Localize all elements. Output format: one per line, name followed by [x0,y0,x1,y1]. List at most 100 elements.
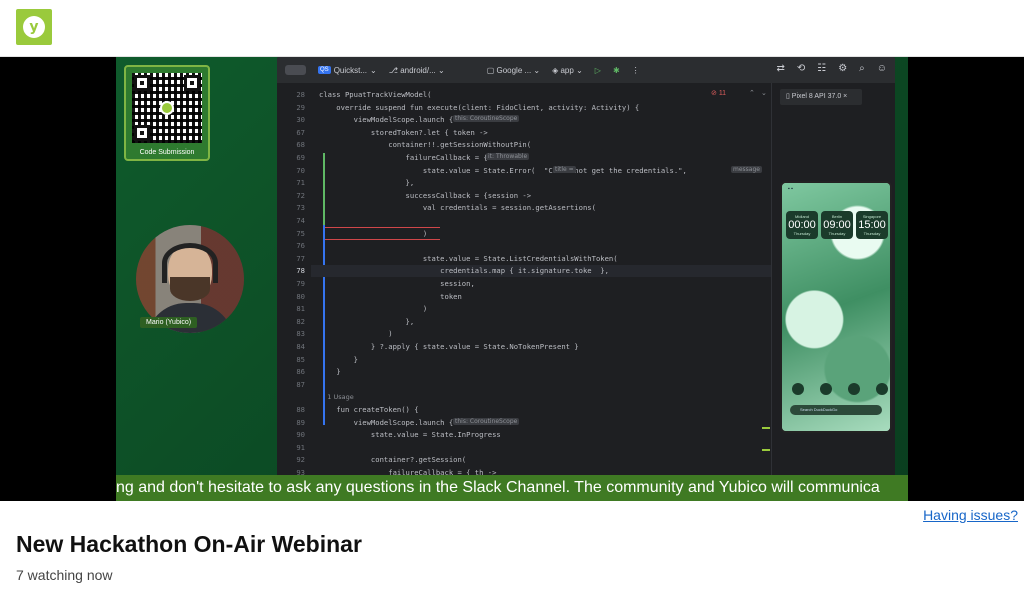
ide-window: QS Quickst... ⌄ ⎇ android/... ⌄ ▢ Google … [277,57,895,477]
inlay-hint: message [731,165,762,173]
code-line[interactable]: 76 [296,240,319,252]
device-manager-icon[interactable]: ☷ [817,63,826,74]
device-tab[interactable]: ▯ Pixel 8 API 37.0 × [780,89,862,105]
code-line[interactable]: 68 container!!.getSessionWithoutPin( [296,139,531,151]
code-line[interactable]: 67 storedToken?.let { token -> [296,127,487,139]
code-line[interactable]: 79 session, [296,278,475,290]
inlay-hint: it: Throwable [486,153,530,160]
code-text: val credentials = session.getAssertions( [319,203,596,213]
code-line[interactable]: 86 } [296,366,341,378]
code-line[interactable]: 91 [296,442,319,454]
code-line[interactable]: 81 ) [296,303,428,315]
close-icon[interactable]: × [843,93,847,100]
more-icon[interactable]: ⋮ [632,66,640,75]
code-line[interactable]: 84 } ?.apply { state.value = State.NoTok… [296,341,579,353]
code-text: }, [319,178,415,188]
code-line[interactable]: 92 container?.getSession( [296,454,467,466]
line-number: 87 [296,379,305,389]
line-number: 88 [296,405,305,414]
line-number: 68 [296,140,305,150]
debug-icon[interactable]: ✱ [613,66,620,75]
line-number: 82 [296,316,305,326]
code-text: } ?.apply { state.value = State.NoTokenP… [319,342,579,351]
code-text: state.value = State.Error( "Could not ge… [319,165,687,175]
yubico-logo[interactable]: y [16,9,52,45]
ide-toolbar: QS Quickst... ⌄ ⎇ android/... ⌄ ▢ Google … [277,57,895,83]
line-number: 77 [296,253,305,263]
presenter-name: Mario (Yubico) [140,317,198,328]
code-line[interactable]: 82 }, [296,316,414,328]
inspection-errors[interactable]: ⊘ 11 [711,89,726,97]
search-icon[interactable]: ⌕ [859,63,865,74]
run-icon[interactable]: ▷ [595,66,601,75]
code-text: viewModelScope.launch { [319,417,454,427]
code-text: ) [319,228,428,238]
branch-selector[interactable]: ⎇ android/... ⌄ [389,66,445,75]
phone-search-bar[interactable]: Search DuckDuckGo [790,405,882,415]
code-line[interactable]: 73 val credentials = session.getAssertio… [296,202,596,214]
emulator-screen[interactable]: ▪ ▪ Midland 00:00 Thursday Berlin 09:00 Thur… [780,181,892,433]
code-text: failureCallback = { [319,153,488,162]
project-selector[interactable]: QS Quickst... ⌄ [318,66,377,75]
code-text: session, [319,279,475,288]
line-number: 76 [296,241,305,251]
video-player[interactable]: Code Submission Mario (Yubico) QS Quickst… [0,57,1024,501]
app-dock [792,383,888,395]
window-controls[interactable] [285,65,307,75]
user-icon[interactable]: ☺ [877,63,887,74]
code-editor[interactable]: 28 class PpuatTrackViewModel(29 override … [296,83,771,477]
code-line[interactable]: 83 ) [296,328,392,340]
status-bar: ▪ ▪ [788,186,793,192]
settings-icon[interactable]: ⚙ [838,63,847,74]
code-line[interactable]: 89 viewModelScope.launch { [296,417,454,429]
code-line[interactable]: 85 } [296,354,358,366]
line-number: 79 [296,279,305,288]
app-icon[interactable] [876,383,888,395]
code-line[interactable]: 69 failureCallback = { [296,152,488,164]
line-number: 84 [296,342,305,351]
code-line[interactable]: 1 Usage [311,391,354,403]
code-line[interactable]: 77 state.value = State.ListCredentialsWi… [296,253,617,265]
clock-widget: Midland 00:00 Thursday Berlin 09:00 Thursday… [786,211,888,239]
code-line[interactable]: 70 state.value = State.Error( "Could not… [296,165,687,177]
line-number: 78 [296,266,305,276]
code-text: ) [319,304,428,314]
line-number: 91 [296,442,305,452]
code-line[interactable]: 87 [296,379,319,391]
device-selector[interactable]: ▢ Google ... ⌄ [487,66,540,75]
line-number: 90 [296,430,305,440]
code-text: 1 Usage [319,393,354,402]
line-number: 30 [296,115,305,125]
code-line[interactable]: 28 class PpuatTrackViewModel( [296,89,431,101]
code-line[interactable]: 72 successCallback = {session -> [296,190,531,202]
line-number: 69 [296,153,305,162]
line-number: 89 [296,417,305,427]
having-issues-link[interactable]: Having issues? [923,507,1018,523]
code-text: override suspend fun execute(client: Fid… [319,102,640,112]
viewer-count: 7 watching now [16,567,113,583]
code-line[interactable]: 30 viewModelScope.launch { [296,114,453,126]
sync-icon[interactable]: ⟲ [797,63,805,74]
app-icon[interactable] [820,383,832,395]
code-text: container?.getSession( [319,455,467,465]
code-line[interactable]: 29 override suspend fun execute(client: … [296,102,640,114]
code-line[interactable]: 90 state.value = State.InProgress [296,429,500,441]
code-text: } [319,367,341,377]
chevron-down-icon[interactable]: ⌄ [761,89,767,97]
app-icon[interactable] [792,383,804,395]
chevron-up-icon[interactable]: ⌃ [749,89,755,97]
code-line[interactable]: 74 [296,215,319,227]
line-number: 86 [296,367,305,377]
translate-icon[interactable]: ⇄ [776,63,784,74]
code-line[interactable]: 75 ) [296,228,428,240]
code-line[interactable]: 88 fun createToken() { [296,404,418,416]
top-bar: y [0,0,1024,57]
code-line[interactable]: 78 credentials.map { it.signature.toke }… [296,265,771,278]
code-line[interactable]: 71 }, [296,177,415,189]
qr-code-icon [132,73,202,143]
run-config-selector[interactable]: ◈ app ⌄ [552,66,583,75]
code-line[interactable]: 80 token [296,291,461,303]
app-icon[interactable] [848,383,860,395]
code-text: credentials.map { it.signature.toke }, [319,266,609,276]
qr-code-card: Code Submission [124,65,210,161]
